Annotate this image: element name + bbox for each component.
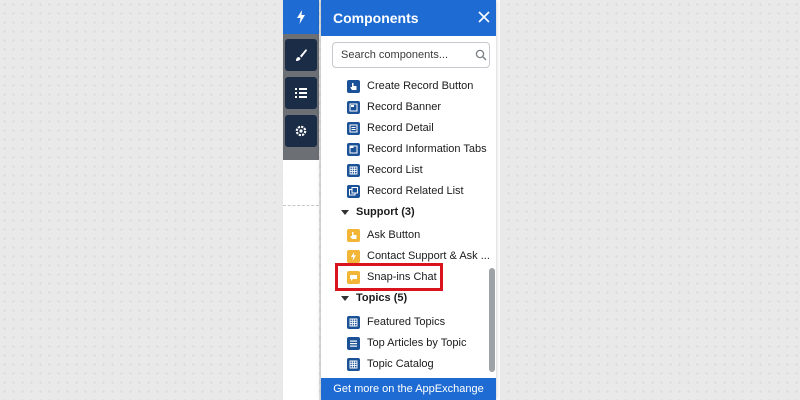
list-item-label: Record List — [367, 164, 423, 176]
gear-icon — [295, 125, 307, 137]
list-item-label: Create Record Button — [367, 80, 474, 92]
list-item[interactable]: Contact Support & Ask ... — [347, 248, 489, 264]
list-item[interactable]: Create Record Button — [347, 78, 473, 94]
chevron-down-icon — [341, 295, 349, 301]
list-item[interactable]: Ask Button — [347, 227, 420, 243]
close-icon[interactable] — [477, 10, 491, 24]
components-list: Create Record Button Record Banner Recor… — [321, 76, 489, 376]
section-label: Support (3) — [356, 206, 415, 218]
hand-pointer-icon — [347, 79, 360, 93]
list-item-label: Record Banner — [367, 101, 441, 113]
search-input[interactable] — [333, 48, 475, 62]
chevron-down-icon — [341, 209, 349, 215]
list-item-label: Top Articles by Topic — [367, 337, 467, 349]
chat-icon — [347, 270, 360, 284]
list-icon — [347, 336, 360, 350]
theme-brush-button[interactable] — [285, 39, 317, 71]
grid-icon — [347, 315, 360, 329]
list-item-label: Snap-ins Chat — [367, 271, 437, 283]
section-label: Topics (5) — [356, 292, 408, 304]
list-item-label: Record Related List — [367, 185, 464, 197]
list-item[interactable]: Featured Topics — [347, 314, 445, 330]
appexchange-link[interactable]: Get more on the AppExchange — [321, 378, 496, 400]
list-item-snap-ins-chat[interactable]: Snap-ins Chat — [347, 269, 437, 285]
scrollbar-thumb[interactable] — [489, 268, 495, 372]
list-item[interactable]: Record Banner — [347, 99, 441, 115]
lightning-icon — [297, 10, 305, 24]
section-toggle-support[interactable]: Support (3) — [341, 204, 415, 220]
list-item-label: Ask Button — [367, 229, 421, 241]
list-item-label: Featured Topics — [367, 316, 446, 328]
lightning-icon — [347, 249, 360, 263]
page-canvas-area — [283, 160, 319, 400]
record-detail-icon — [347, 121, 360, 135]
tabs-icon — [347, 142, 360, 156]
list-item[interactable]: Top Articles by Topic — [347, 335, 466, 351]
components-panel: Components Create Record Button Record B… — [321, 0, 496, 400]
list-item[interactable]: Record Information Tabs — [347, 141, 487, 157]
grid-icon — [347, 357, 360, 371]
canvas-edge — [496, 0, 500, 400]
list-item[interactable]: Topic Catalog — [347, 356, 434, 372]
grid-icon — [347, 163, 360, 177]
settings-button[interactable] — [285, 115, 317, 147]
brush-icon — [296, 49, 307, 61]
search-area — [321, 36, 496, 76]
page-structure-button[interactable] — [285, 77, 317, 109]
list-icon — [295, 88, 307, 98]
hand-pointer-icon — [347, 228, 360, 242]
record-banner-icon — [347, 100, 360, 114]
canvas-divider — [283, 205, 319, 206]
panel-title: Components — [333, 10, 419, 26]
section-toggle-topics[interactable]: Topics (5) — [341, 290, 407, 306]
list-item-label: Record Detail — [367, 122, 434, 134]
panel-header: Components — [321, 0, 496, 36]
search-box — [332, 42, 490, 68]
list-item[interactable]: Record List — [347, 162, 423, 178]
related-list-icon — [347, 184, 360, 198]
list-item-label: Contact Support & Ask ... — [367, 250, 489, 262]
list-item[interactable]: Record Detail — [347, 120, 434, 136]
components-tab-button[interactable] — [283, 0, 319, 34]
search-icon — [475, 49, 487, 61]
list-item-label: Topic Catalog — [367, 358, 434, 370]
builder-toolbar — [283, 0, 319, 400]
list-item[interactable]: Record Related List — [347, 183, 464, 199]
list-item-label: Record Information Tabs — [367, 143, 487, 155]
